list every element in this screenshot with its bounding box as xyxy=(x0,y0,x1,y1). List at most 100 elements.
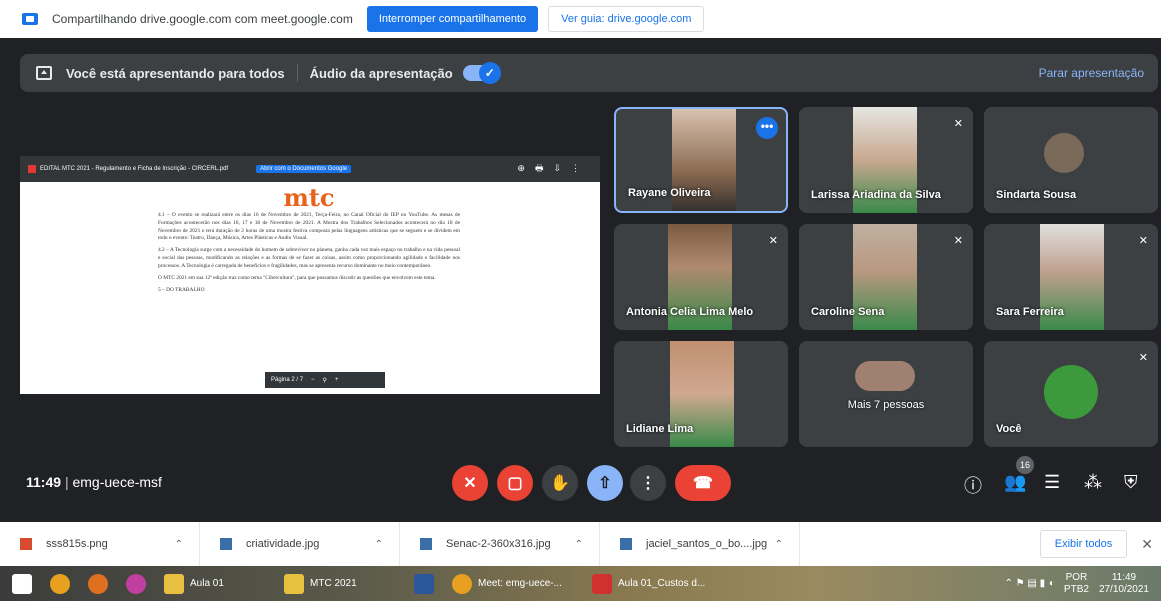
firefox-icon xyxy=(88,573,108,594)
image-file-icon xyxy=(420,538,432,550)
mic-toggle-button[interactable]: ✕ xyxy=(452,465,488,501)
zoom-out-button[interactable]: − xyxy=(311,377,315,383)
taskbar-label: MTC 2021 xyxy=(310,578,357,589)
participant-tile[interactable]: ✕ Larissa Ariadina da Silva xyxy=(799,107,973,213)
participant-tile[interactable]: ✕ Antonia Celia Lima Melo xyxy=(614,224,788,330)
chrome-icon xyxy=(452,573,472,594)
taskbar-item[interactable]: MTC 2021 xyxy=(278,566,408,601)
meeting-time: 11:49 xyxy=(26,474,62,490)
participant-name: Rayane Oliveira xyxy=(628,187,711,199)
mic-off-icon: ✕ xyxy=(768,235,778,247)
participant-name: Antonia Celia Lima Melo xyxy=(626,306,754,318)
taskbar-label: Aula 01_Custos d... xyxy=(618,578,706,589)
more-options-button[interactable]: ⋮ xyxy=(630,465,666,501)
language-indicator[interactable]: POR PTB2 xyxy=(1064,572,1089,596)
clock[interactable]: 11:49 27/10/2021 xyxy=(1099,572,1149,596)
participant-tile[interactable]: ✕ Sara Ferreira xyxy=(984,224,1158,330)
taskbar-item[interactable]: Aula 01_Custos d... xyxy=(586,566,716,601)
windows-icon xyxy=(12,573,32,594)
download-item[interactable]: Senac-2-360x316.jpg ⌃ xyxy=(400,522,600,566)
paragraph: 4.1 – O evento se realizará entre os dia… xyxy=(158,212,460,242)
presenting-text: Você está apresentando para todos xyxy=(66,65,285,81)
present-button[interactable]: ⇧ xyxy=(587,465,623,501)
tray-icons[interactable]: ⌃ ⚑ ▤ ▮ ◖ xyxy=(1004,578,1053,589)
audio-label: Áudio da apresentação xyxy=(309,65,453,81)
participant-avatar xyxy=(1044,133,1084,173)
scrollbar[interactable] xyxy=(597,220,600,244)
chat-icon[interactable]: ☰ xyxy=(1044,472,1060,493)
download-item[interactable]: jaciel_santos_o_bo....jpg ⌃ xyxy=(600,522,800,566)
participant-tile[interactable]: ✕ Caroline Sena xyxy=(799,224,973,330)
participant-tile[interactable]: Sindarta Sousa xyxy=(984,107,1158,213)
taskbar-item[interactable]: Aula 01 xyxy=(158,566,278,601)
chevron-up-icon[interactable]: ⌃ xyxy=(575,539,583,550)
phone-icon: ☎ xyxy=(693,475,713,492)
word-taskbar-button[interactable] xyxy=(408,566,446,601)
firefox-taskbar-button[interactable] xyxy=(82,566,120,601)
zoom-icon: ⚲ xyxy=(322,377,327,384)
more-people-label: Mais 7 pessoas xyxy=(847,399,925,411)
audio-toggle[interactable]: ✓ xyxy=(462,62,501,84)
activities-icon[interactable]: ⁂ xyxy=(1084,472,1102,493)
end-call-button[interactable]: ☎ xyxy=(675,465,731,501)
page-controls: Página 2 / 7 − ⚲ + xyxy=(265,372,385,388)
word-icon xyxy=(414,573,434,594)
pdf-toolbar-icons[interactable]: ⊕🖶⇩⋮ xyxy=(517,161,590,177)
group-avatars xyxy=(855,361,915,391)
browser-taskbar-button[interactable] xyxy=(120,566,158,601)
close-icon[interactable]: ✕ xyxy=(1141,536,1153,553)
taskbar: Aula 01 MTC 2021 Meet: emg-uece-... Aula… xyxy=(0,566,1161,601)
download-item[interactable]: sss815s.png ⌃ xyxy=(0,522,200,566)
people-icon[interactable]: 👥 xyxy=(1004,472,1026,493)
sharing-text: Compartilhando drive.google.com com meet… xyxy=(52,12,353,26)
open-with-button[interactable]: Abrir com o Documentos Google xyxy=(256,165,352,173)
system-tray: ⌃ ⚑ ▤ ▮ ◖ POR PTB2 11:49 27/10/2021 xyxy=(1004,572,1161,596)
download-name: jaciel_santos_o_bo....jpg xyxy=(646,538,768,550)
taskbar-label: Aula 01 xyxy=(190,578,224,589)
start-button[interactable] xyxy=(0,566,44,601)
pdf-icon xyxy=(592,573,612,594)
participant-name: Lidiane Lima xyxy=(626,423,694,435)
image-file-icon xyxy=(220,538,232,550)
folder-icon xyxy=(284,573,304,594)
download-name: sss815s.png xyxy=(46,538,108,550)
chevron-up-icon[interactable]: ⌃ xyxy=(775,539,783,550)
more-vert-icon: ⋮ xyxy=(640,475,656,492)
screen-share-icon xyxy=(22,13,38,25)
mic-off-icon: ✕ xyxy=(463,475,477,492)
more-options-icon[interactable]: ••• xyxy=(756,117,778,139)
chevron-up-icon[interactable]: ⌃ xyxy=(375,539,383,550)
participant-name: Você xyxy=(996,423,1022,435)
participant-tile[interactable]: ••• Rayane Oliveira xyxy=(614,107,788,213)
zoom-in-button[interactable]: + xyxy=(335,377,339,383)
view-tab-button[interactable]: Ver guia: drive.google.com xyxy=(548,6,705,32)
image-file-icon xyxy=(20,538,32,550)
raise-hand-button[interactable]: ✋ xyxy=(542,465,578,501)
download-shelf: sss815s.png ⌃ criatividade.jpg ⌃ Senac-2… xyxy=(0,522,1161,566)
stop-presenting-button[interactable]: Parar apresentação xyxy=(1039,66,1144,80)
section-heading: 5 – DO TRABALHO xyxy=(158,286,205,293)
language-code: POR xyxy=(1065,571,1088,583)
presentation-view: EDITAL MTC 2021 - Regulamento e Ficha de… xyxy=(20,156,600,394)
clock-time: 11:49 xyxy=(1111,571,1137,583)
host-controls-icon[interactable]: ⛨ xyxy=(1124,472,1138,493)
page-indicator: Página 2 / 7 xyxy=(271,377,304,383)
mic-off-icon: ✕ xyxy=(953,235,963,247)
paragraph: O MTC 2021 em sua 12ª edição traz como t… xyxy=(158,274,436,281)
taskbar-label: Meet: emg-uece-... xyxy=(478,578,562,589)
pdf-file-name: EDITAL MTC 2021 - Regulamento e Ficha de… xyxy=(40,166,229,172)
info-icon[interactable]: ⓘ xyxy=(964,472,982,498)
stop-sharing-button[interactable]: Interromper compartilhamento xyxy=(366,6,539,32)
chevron-up-icon[interactable]: ⌃ xyxy=(175,539,183,550)
participant-name: Sindarta Sousa xyxy=(996,189,1077,201)
present-icon: ⇧ xyxy=(598,475,612,492)
camera-toggle-button[interactable]: ▢ xyxy=(497,465,533,501)
show-all-button[interactable]: Exibir todos xyxy=(1039,530,1128,558)
chrome-taskbar-button[interactable] xyxy=(44,566,82,601)
self-tile[interactable]: ✕ Você xyxy=(984,341,1158,447)
more-people-tile[interactable]: Mais 7 pessoas xyxy=(799,341,973,447)
participant-name: Caroline Sena xyxy=(811,306,885,318)
participant-tile[interactable]: Lidiane Lima xyxy=(614,341,788,447)
taskbar-item[interactable]: Meet: emg-uece-... xyxy=(446,566,586,601)
download-item[interactable]: criatividade.jpg ⌃ xyxy=(200,522,400,566)
